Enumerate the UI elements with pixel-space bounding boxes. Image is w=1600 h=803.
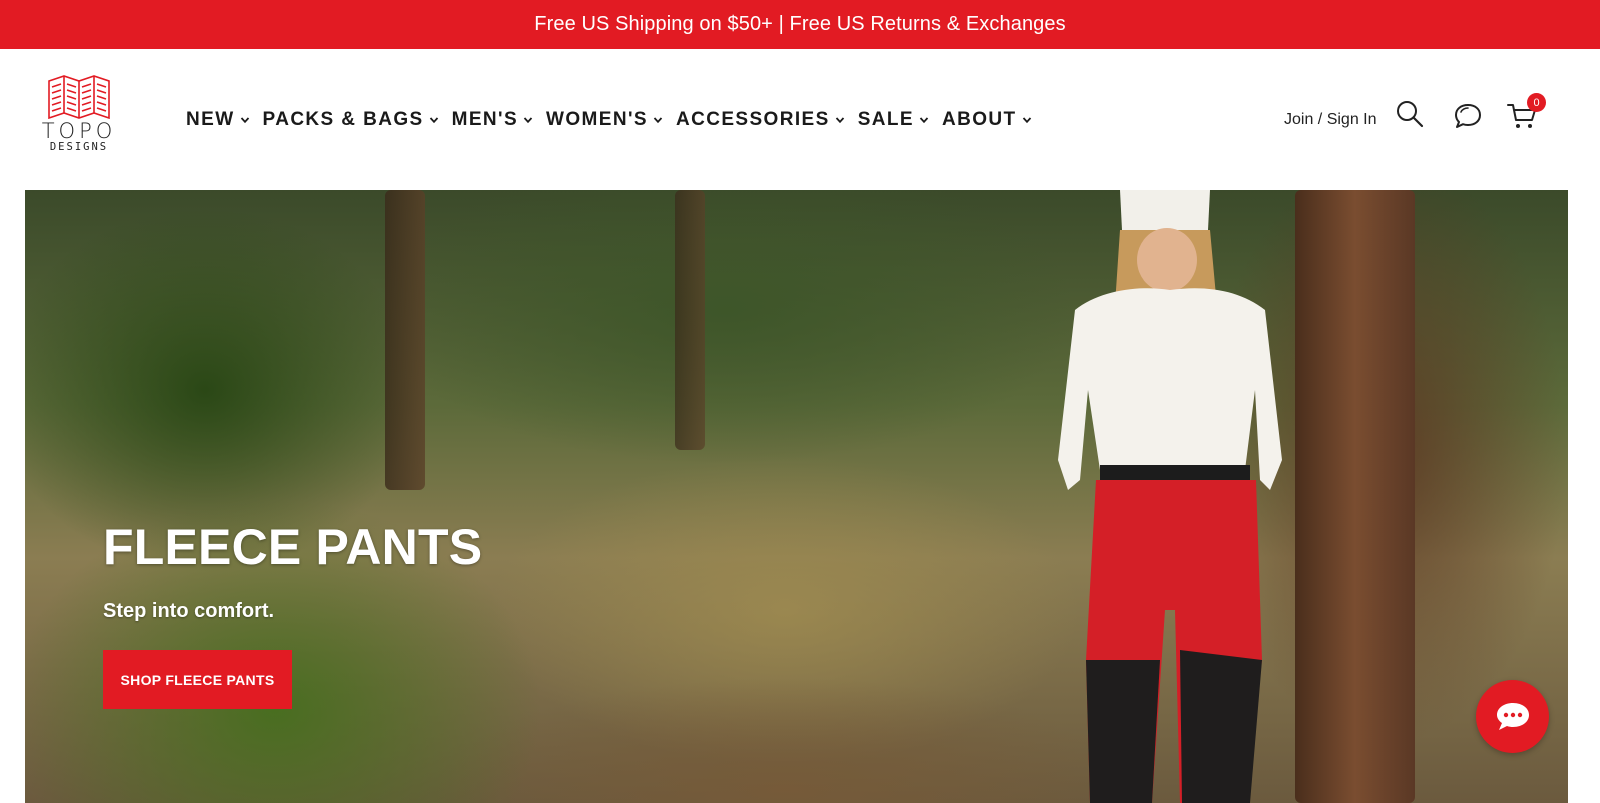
- sign-in-link[interactable]: Join / Sign In: [1284, 111, 1377, 129]
- nav-item-label: ACCESSORIES: [675, 108, 830, 130]
- hero-subtitle: Step into comfort.: [103, 600, 275, 622]
- promo-bar: Free US Shipping on $50+ | Free US Retur…: [0, 0, 1600, 49]
- promo-text: Free US Shipping on $50+ | Free US Retur…: [534, 13, 1066, 35]
- nav-item-label: NEW: [186, 108, 235, 130]
- search-icon[interactable]: [1395, 99, 1425, 129]
- nav-item-sale[interactable]: SALE: [858, 109, 929, 131]
- nav-item-new[interactable]: NEW: [186, 109, 250, 131]
- shop-fleece-pants-button[interactable]: SHOP FLEECE PANTS: [103, 650, 292, 709]
- chat-widget-button[interactable]: [1476, 680, 1549, 753]
- nav-item-label: WOMEN'S: [546, 108, 648, 130]
- chevron-down-icon: [1022, 116, 1031, 123]
- chevron-down-icon: [835, 116, 844, 123]
- nav-item-label: ABOUT: [941, 108, 1017, 130]
- nav-item-about[interactable]: ABOUT: [942, 109, 1032, 131]
- logo-text-designs: DESIGNS: [49, 141, 109, 153]
- site-header: TOPO DESIGNS NEW PACKS & BAGS MEN'S WOME…: [0, 49, 1600, 190]
- hero-banner: FLEECE PANTS Step into comfort. SHOP FLE…: [25, 190, 1568, 803]
- chevron-down-icon: [240, 116, 249, 123]
- chevron-down-icon: [523, 116, 533, 123]
- nav-item-packs-bags[interactable]: PACKS & BAGS: [263, 109, 439, 131]
- hero-title: FLEECE PANTS: [103, 519, 483, 575]
- nav-item-label: MEN'S: [451, 108, 519, 130]
- chevron-down-icon: [919, 116, 929, 123]
- tree-trunk-decoration: [385, 190, 425, 490]
- chat-bubble-icon: [1496, 702, 1529, 730]
- nav-item-mens[interactable]: MEN'S: [452, 109, 533, 131]
- tree-trunk-decoration: [675, 190, 705, 450]
- cart-count-badge: 0: [1527, 93, 1546, 112]
- nav-item-womens[interactable]: WOMEN'S: [546, 109, 663, 131]
- logo-text-topo: TOPO: [41, 119, 117, 143]
- brand-logo[interactable]: TOPO DESIGNS: [42, 75, 113, 165]
- chat-icon[interactable]: [1452, 101, 1484, 131]
- nav-item-accessories[interactable]: ACCESSORIES: [676, 109, 845, 131]
- chevron-down-icon: [653, 116, 663, 123]
- main-nav: NEW PACKS & BAGS MEN'S WOMEN'S ACCESSORI…: [186, 49, 1045, 190]
- nav-item-label: SALE: [857, 108, 914, 130]
- chevron-down-icon: [429, 116, 438, 123]
- logo-map-icon: [48, 75, 110, 119]
- hero-model-figure: [1058, 190, 1282, 803]
- nav-item-label: PACKS & BAGS: [262, 108, 424, 130]
